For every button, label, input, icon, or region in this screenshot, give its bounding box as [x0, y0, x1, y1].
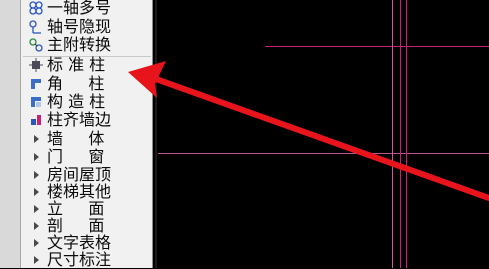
annotation-arrow: [128, 61, 489, 201]
